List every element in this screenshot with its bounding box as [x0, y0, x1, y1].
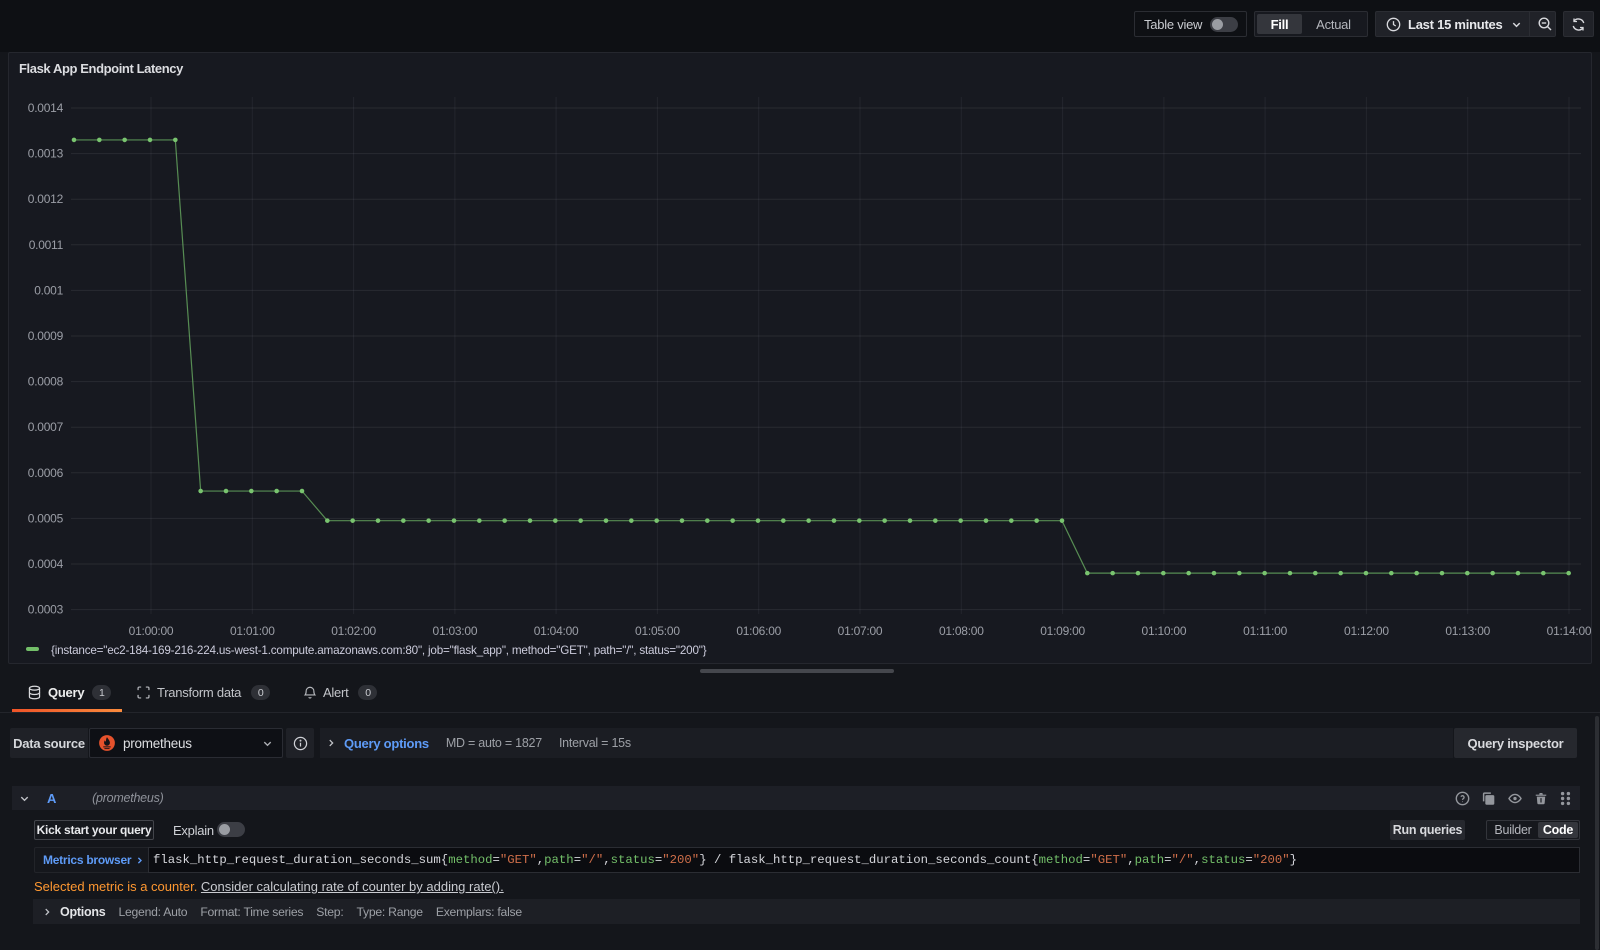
svg-text:0.0008: 0.0008	[28, 375, 64, 389]
svg-text:01:13:00: 01:13:00	[1445, 624, 1490, 638]
svg-text:0.0003: 0.0003	[28, 603, 64, 617]
svg-text:0.0005: 0.0005	[28, 511, 64, 525]
svg-text:01:07:00: 01:07:00	[838, 624, 883, 638]
svg-text:01:08:00: 01:08:00	[939, 624, 984, 638]
svg-text:01:11:00: 01:11:00	[1243, 624, 1287, 638]
svg-text:01:14:00: 01:14:00	[1547, 624, 1591, 638]
svg-text:0.0013: 0.0013	[28, 147, 64, 161]
svg-text:0.0009: 0.0009	[28, 329, 64, 343]
svg-text:01:12:00: 01:12:00	[1344, 624, 1389, 638]
svg-text:0.0007: 0.0007	[28, 420, 64, 434]
svg-text:01:06:00: 01:06:00	[736, 624, 781, 638]
svg-text:0.0006: 0.0006	[28, 466, 64, 480]
svg-text:01:01:00: 01:01:00	[230, 624, 275, 638]
svg-text:01:05:00: 01:05:00	[635, 624, 680, 638]
svg-text:0.0004: 0.0004	[28, 557, 64, 571]
svg-text:0.0014: 0.0014	[28, 101, 64, 115]
svg-text:0.001: 0.001	[34, 283, 63, 297]
svg-text:01:09:00: 01:09:00	[1040, 624, 1085, 638]
svg-text:01:04:00: 01:04:00	[534, 624, 579, 638]
svg-text:01:02:00: 01:02:00	[331, 624, 376, 638]
svg-text:01:00:00: 01:00:00	[129, 624, 174, 638]
svg-text:01:03:00: 01:03:00	[433, 624, 478, 638]
svg-text:0.0012: 0.0012	[28, 192, 64, 206]
svg-text:0.0011: 0.0011	[29, 238, 64, 252]
svg-text:{instance="ec2-184-169-216-224: {instance="ec2-184-169-216-224.us-west-1…	[51, 644, 707, 657]
svg-text:01:10:00: 01:10:00	[1142, 624, 1187, 638]
